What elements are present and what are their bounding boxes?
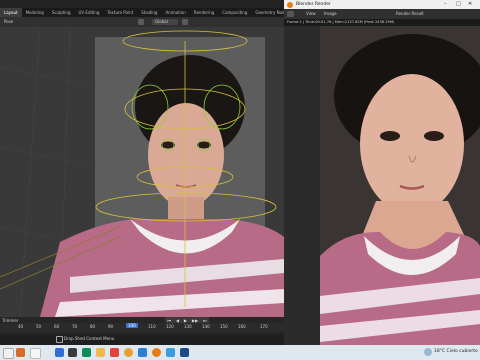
chrome-icon[interactable] bbox=[124, 348, 133, 357]
app-icon[interactable] bbox=[166, 348, 175, 357]
frame-ruler[interactable]: 40 50 60 70 80 90 100 110 120 130 140 15… bbox=[0, 323, 284, 331]
render-titlebar: Blender Render – □ ✕ bbox=[284, 0, 480, 9]
render-image bbox=[284, 26, 480, 345]
jump-start-icon[interactable]: ⏮ bbox=[167, 318, 171, 323]
tab-uv-editing[interactable]: UV Editing bbox=[75, 8, 104, 17]
tab-shading[interactable]: Shading bbox=[137, 8, 161, 17]
app-icon[interactable] bbox=[180, 348, 189, 357]
frame-tick: 170 bbox=[260, 324, 268, 329]
editor-type-icon[interactable] bbox=[287, 11, 294, 17]
frame-tick: 140 bbox=[202, 324, 210, 329]
edge-icon[interactable] bbox=[82, 348, 91, 357]
mode-selector[interactable]: Pose bbox=[4, 19, 13, 24]
next-key-icon[interactable]: ▶▶ bbox=[192, 318, 198, 323]
render-info-bar: Frame:1 | Time:00:01.78 | Mem:2137.82M (… bbox=[284, 19, 480, 26]
jump-end-icon[interactable]: ⏭ bbox=[203, 318, 207, 323]
tab-rendering[interactable]: Rendering bbox=[190, 8, 218, 17]
pivot-icon[interactable] bbox=[138, 19, 144, 25]
minimize-button[interactable]: – bbox=[444, 1, 447, 7]
close-button[interactable]: ✕ bbox=[468, 1, 472, 7]
blender-logo-icon bbox=[287, 1, 293, 8]
weather-text[interactable]: 18°C Cielo cubierto bbox=[434, 349, 478, 354]
orientation-dropdown[interactable]: Global bbox=[152, 19, 178, 25]
render-slot-selector[interactable]: Render Result bbox=[396, 11, 424, 16]
weather-icon bbox=[424, 348, 432, 356]
status-bar: Drop Shed Context Menu bbox=[0, 334, 284, 345]
render-stats: Frame:1 | Time:00:01.78 | Mem:2137.82M (… bbox=[287, 20, 395, 24]
render-window: Blender Render – □ ✕ View Image Render R… bbox=[284, 0, 480, 345]
status-hint: Drop Shed Context Menu bbox=[64, 336, 115, 341]
3d-viewport[interactable] bbox=[0, 27, 284, 317]
maximize-button[interactable]: □ bbox=[456, 1, 461, 7]
frame-tick: 160 bbox=[238, 324, 246, 329]
tab-modeling[interactable]: Modeling bbox=[22, 8, 48, 17]
blender-logo-icon[interactable] bbox=[152, 348, 161, 357]
frame-tick: 150 bbox=[220, 324, 228, 329]
menu-view[interactable]: View bbox=[306, 11, 316, 16]
frame-tick: 70 bbox=[72, 324, 78, 329]
mouse-icon bbox=[56, 336, 63, 343]
menu-image[interactable]: Image bbox=[324, 11, 337, 16]
frame-tick: 120 bbox=[166, 324, 174, 329]
user-avatar-icon[interactable] bbox=[3, 348, 14, 359]
render-menubar: View Image Render Result bbox=[284, 9, 480, 19]
frame-tick: 60 bbox=[54, 324, 60, 329]
render-result-image[interactable] bbox=[284, 26, 480, 345]
frame-tick: 90 bbox=[108, 324, 114, 329]
viewport-scene bbox=[0, 27, 284, 317]
tab-sculpting[interactable]: Sculpting bbox=[48, 8, 75, 17]
frame-tick: 130 bbox=[184, 324, 192, 329]
viewport-header: Pose Global bbox=[0, 17, 284, 27]
frame-tick: 110 bbox=[148, 324, 156, 329]
tab-layout[interactable]: Layout bbox=[0, 8, 22, 17]
snap-icon[interactable] bbox=[182, 19, 188, 25]
orientation-label: Global bbox=[155, 19, 168, 24]
blender-main-window: Layout Modeling Sculpting UV Editing Tex… bbox=[0, 0, 315, 345]
frame-tick: 80 bbox=[90, 324, 96, 329]
tab-compositing[interactable]: Compositing bbox=[218, 8, 251, 17]
face bbox=[148, 103, 224, 207]
windows-icon[interactable] bbox=[55, 348, 64, 357]
folder-icon[interactable] bbox=[96, 348, 105, 357]
play-icon[interactable]: ▶ bbox=[184, 318, 187, 323]
search-icon[interactable] bbox=[68, 348, 77, 357]
tab-texture-paint[interactable]: Texture Paint bbox=[103, 8, 137, 17]
current-frame-indicator[interactable]: 100 bbox=[126, 323, 138, 328]
workspace-tabs-bar: Layout Modeling Sculpting UV Editing Tex… bbox=[0, 8, 315, 17]
store-icon[interactable] bbox=[110, 348, 119, 357]
app-icon[interactable] bbox=[16, 348, 25, 357]
prev-key-icon[interactable]: ◀ bbox=[176, 318, 179, 323]
frame-tick: 50 bbox=[36, 324, 42, 329]
render-window-title: Blender Render bbox=[296, 1, 331, 7]
frame-tick: 40 bbox=[18, 324, 24, 329]
tab-animation[interactable]: Animation bbox=[161, 8, 189, 17]
mail-icon[interactable] bbox=[138, 348, 147, 357]
file-icon[interactable] bbox=[30, 348, 41, 359]
